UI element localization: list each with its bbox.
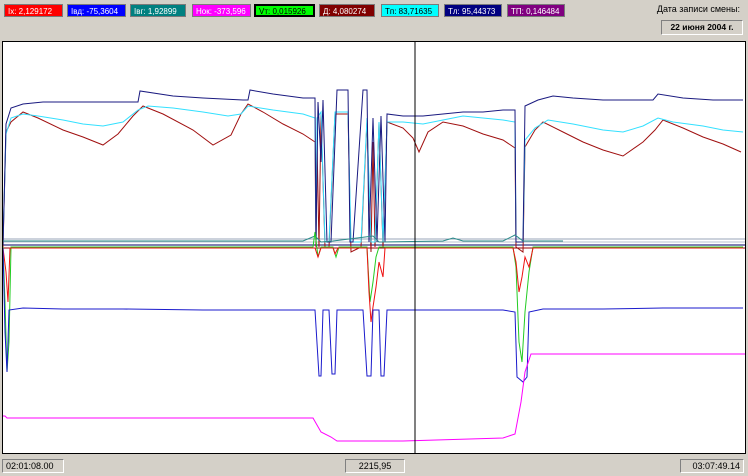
channel-chip-vt[interactable]: Vт: 0,015926 [254,4,315,17]
channel-toolbar: Ix: 2,129172 Iвд: -75,3604 Iвг: 1,92899 … [0,0,748,40]
status-bar: 02:01:08.00 2215,95 03:07:49.14 [0,457,748,476]
series-green [3,231,743,373]
end-time-field: 03:07:49.14 [680,459,744,473]
cursor-value-field: 2215,95 [345,459,405,473]
series-magenta [3,353,745,442]
channel-chip-tp[interactable]: Tп: 83,71635 [381,4,439,17]
channel-chip-tl[interactable]: Tл: 95,44373 [444,4,502,17]
start-time-field: 02:01:08.00 [2,459,64,473]
date-caption: Дата записи смены: [656,4,740,14]
trend-svg [3,42,745,453]
channel-chip-ivd[interactable]: Iвд: -75,3604 [67,4,126,17]
channel-chip-tP[interactable]: TП: 0,146484 [507,4,565,17]
channel-chip-ivg[interactable]: Iвг: 1,92899 [130,4,186,17]
series-blue [3,247,743,383]
trend-plot[interactable] [2,41,746,454]
channel-chip-hok[interactable]: Hок: -373,596 [192,4,251,17]
series-maroon [3,103,742,253]
date-value: 22 июня 2004 г. [661,20,743,35]
channel-chip-ix[interactable]: Ix: 2,129172 [4,4,63,17]
channel-chip-d[interactable]: Д: 4,080274 [319,4,375,17]
